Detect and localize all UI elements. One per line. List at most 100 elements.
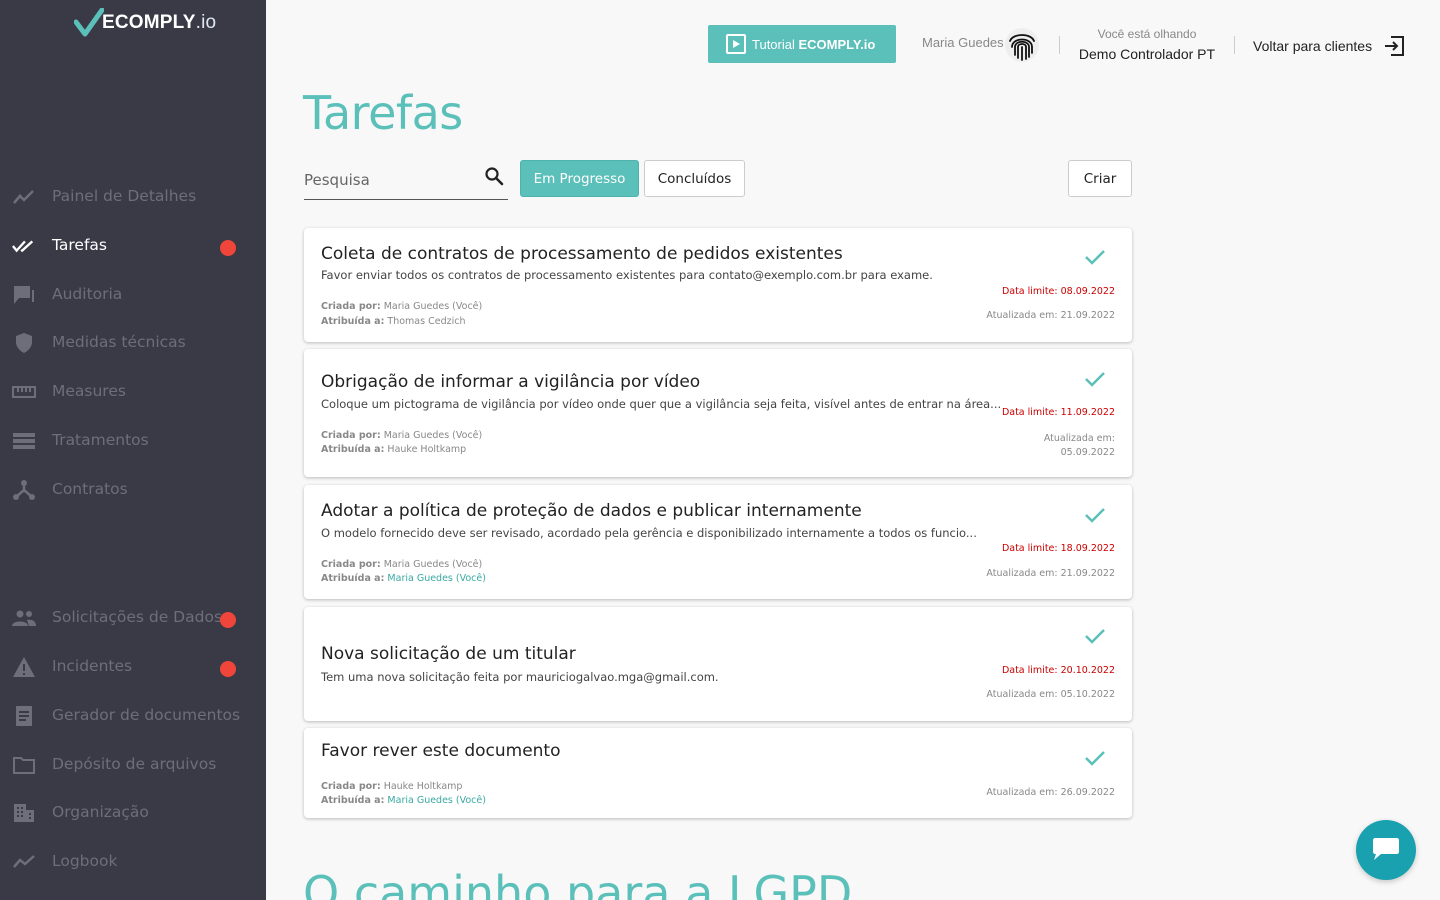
logo-text: ECOMPLY.io (102, 12, 217, 33)
complete-check-icon[interactable] (1084, 749, 1106, 767)
logo-check-icon (74, 8, 104, 37)
sidebar-item-label: Gerador de documentos (52, 706, 241, 724)
sidebar-item-label: Logbook (52, 852, 118, 870)
sidebar-item-deposito-arquivos[interactable]: Depósito de arquivos (0, 745, 266, 785)
complete-check-icon[interactable] (1084, 370, 1106, 388)
create-task-button[interactable]: Criar (1068, 160, 1132, 197)
header-divider (1234, 36, 1235, 54)
viewing-label: Você está olhando (1097, 27, 1197, 41)
ruler-icon (12, 382, 36, 402)
task-created-by: Criada por: Maria Guedes (Você) (321, 559, 483, 570)
sidebar-item-label: Contratos (52, 480, 128, 498)
task-deadline: Data limite: 18.09.2022 (1001, 543, 1115, 554)
back-to-clients-label: Voltar para clientes (1253, 38, 1373, 54)
notification-badge (220, 661, 236, 677)
sidebar-item-contratos[interactable]: Contratos (0, 470, 266, 510)
task-card[interactable]: Coleta de contratos de processamento de … (304, 228, 1132, 342)
task-assigned-to: Atribuída a: Maria Guedes (Você) (321, 573, 486, 584)
task-deadline: Data limite: 08.09.2022 (1001, 286, 1115, 297)
task-title: Coleta de contratos de processamento de … (321, 244, 843, 264)
chat-button[interactable] (1356, 820, 1416, 880)
task-card[interactable]: Adotar a política de proteção de dados e… (304, 485, 1132, 599)
complete-check-icon[interactable] (1084, 627, 1106, 645)
task-updated: Atualizada em: 21.09.2022 (986, 568, 1115, 579)
task-updated: Atualizada em: 26.09.2022 (986, 787, 1115, 798)
sidebar-item-painel[interactable]: Painel de Detalhes (0, 177, 266, 217)
sidebar-item-label: Solicitações de Dados (52, 608, 223, 626)
network-icon (12, 480, 36, 500)
task-description: Favor enviar todos os contratos de proce… (321, 268, 933, 282)
task-updated-date: 05.09.2022 (1060, 447, 1115, 458)
tab-completed[interactable]: Concluídos (644, 160, 745, 197)
sidebar-item-incidentes[interactable]: Incidentes (0, 647, 266, 687)
task-created-by: Criada por: Hauke Holtkamp (321, 781, 463, 792)
task-assigned-to: Atribuída a: Maria Guedes (Você) (321, 795, 486, 806)
task-description: Tem uma nova solicitação feita por mauri… (321, 670, 719, 684)
complete-check-icon[interactable] (1084, 506, 1106, 524)
sidebar-item-medidas-tecnicas[interactable]: Medidas técnicas (0, 323, 266, 363)
back-to-clients-link[interactable]: Voltar para clientes (1253, 36, 1405, 56)
tutorial-label: Tutorial ECOMPLY.io (752, 36, 876, 52)
task-title: Adotar a política de proteção de dados e… (321, 501, 862, 521)
complete-check-icon[interactable] (1084, 248, 1106, 266)
viewing-client: Demo Controlador PT (1078, 46, 1216, 62)
sidebar-item-measures[interactable]: Measures (0, 372, 266, 412)
task-updated: Atualizada em: 05.10.2022 (986, 689, 1115, 700)
ecomply-logo[interactable]: ECOMPLY.io (74, 8, 216, 38)
people-icon (12, 608, 36, 628)
task-created-by: Criada por: Maria Guedes (Você) (321, 301, 483, 312)
notification-badge (220, 612, 236, 628)
sidebar-item-label: Measures (52, 382, 126, 400)
folder-icon (12, 755, 36, 775)
chart-line-icon (12, 187, 36, 207)
task-card[interactable]: Favor rever este documento Criada por: H… (304, 728, 1132, 818)
task-card[interactable]: Obrigação de informar a vigilância por v… (304, 349, 1132, 477)
sidebar-item-label: Depósito de arquivos (52, 755, 217, 773)
task-title: Nova solicitação de um titular (321, 644, 576, 664)
search-icon[interactable] (484, 166, 504, 186)
sidebar-item-tratamentos[interactable]: Tratamentos (0, 421, 266, 461)
shield-icon (12, 333, 36, 353)
task-assigned-to: Atribuída a: Thomas Cedzich (321, 316, 466, 327)
sidebar-item-label: Tratamentos (52, 431, 149, 449)
search-input[interactable] (304, 168, 474, 192)
task-title: Favor rever este documento (321, 741, 561, 761)
task-deadline: Data limite: 20.10.2022 (1001, 665, 1115, 676)
sidebar-item-label: Medidas técnicas (52, 333, 186, 351)
notification-badge (220, 240, 236, 256)
sidebar-item-label: Tarefas (52, 236, 107, 254)
warning-icon (12, 657, 36, 677)
task-updated: Atualizada em: 21.09.2022 (986, 310, 1115, 321)
sidebar-item-auditoria[interactable]: Auditoria (0, 275, 266, 315)
task-card[interactable]: Nova solicitação de um titular Tem uma n… (304, 607, 1132, 721)
task-assigned-to: Atribuída a: Hauke Holtkamp (321, 444, 467, 455)
chat-bubble-icon (1373, 838, 1399, 860)
document-icon (12, 706, 36, 726)
sidebar-item-label: Auditoria (52, 285, 123, 303)
tutorial-button[interactable]: Tutorial ECOMPLY.io (708, 25, 896, 63)
sidebar-item-label: Incidentes (52, 657, 133, 675)
sidebar-item-label: Painel de Detalhes (52, 187, 197, 205)
task-deadline: Data limite: 11.09.2022 (1001, 407, 1115, 418)
page-title: Tarefas (303, 86, 463, 140)
task-description: Coloque um pictograma de vigilância por … (321, 397, 1002, 411)
sidebar-item-tarefas[interactable]: Tarefas (0, 226, 266, 266)
section-title: O caminho para a LGPD (303, 866, 853, 900)
task-updated-label: Atualizada em: (1043, 433, 1115, 444)
user-name[interactable]: Maria Guedes (922, 35, 1004, 50)
trend-icon (12, 852, 36, 872)
sidebar-item-logbook[interactable]: Logbook (0, 842, 266, 882)
chat-icon (12, 285, 36, 305)
fingerprint-avatar-icon[interactable] (1004, 27, 1040, 63)
task-created-by: Criada por: Maria Guedes (Você) (321, 430, 483, 441)
sidebar-item-solicitacoes[interactable]: Solicitações de Dados (0, 598, 266, 638)
sidebar-item-organizacao[interactable]: Organização (0, 793, 266, 833)
list-icon (12, 431, 36, 451)
play-video-icon (726, 34, 746, 54)
double-check-icon (12, 236, 36, 256)
sidebar: ECOMPLY.io Painel de Detalhes Tarefas Au… (0, 0, 266, 900)
sidebar-item-label: Organização (52, 803, 149, 821)
sidebar-item-gerador-documentos[interactable]: Gerador de documentos (0, 696, 266, 736)
search-box (304, 160, 508, 200)
tab-in-progress[interactable]: Em Progresso (520, 160, 639, 197)
